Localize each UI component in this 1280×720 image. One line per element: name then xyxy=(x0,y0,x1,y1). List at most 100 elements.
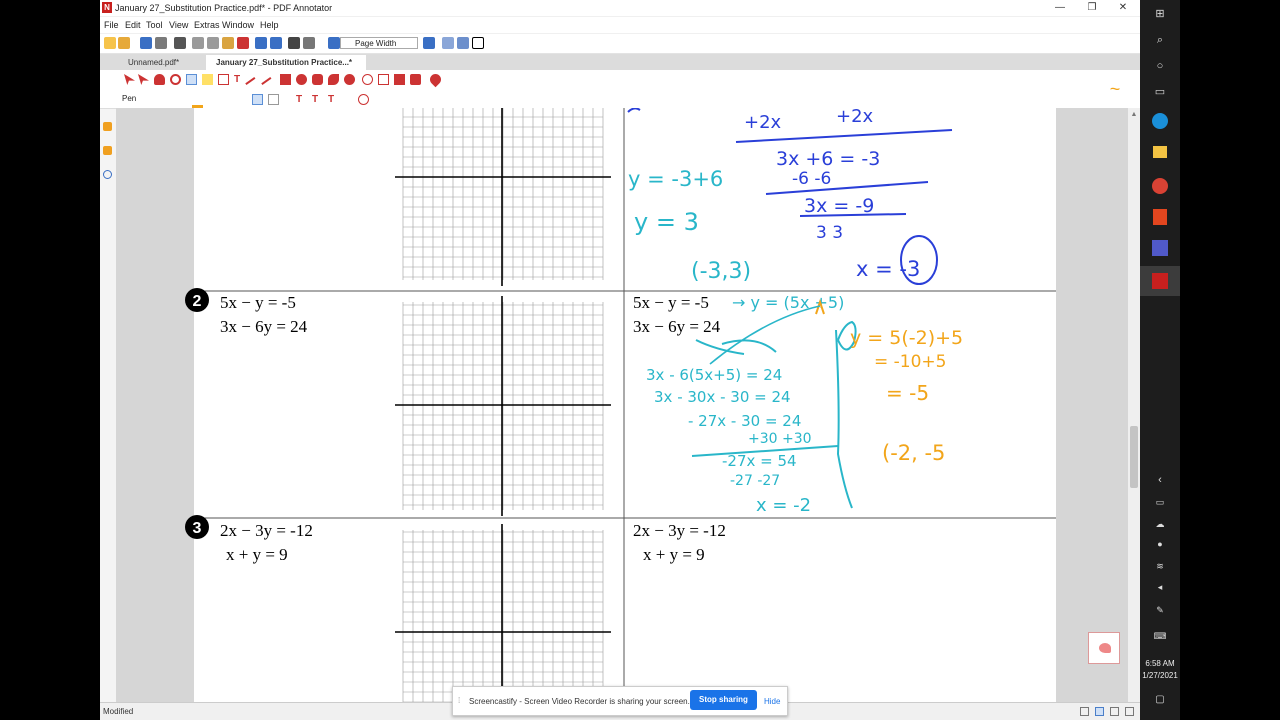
onedrive-icon[interactable]: ☁ xyxy=(1150,514,1170,534)
page-options-icon[interactable] xyxy=(303,37,315,49)
problem-2-number: 2 xyxy=(193,293,202,310)
stamp-tool-icon[interactable] xyxy=(312,74,323,85)
delete-icon[interactable] xyxy=(237,37,249,49)
line-tool-icon[interactable] xyxy=(245,77,262,94)
chevron-up-icon[interactable]: ‹ xyxy=(1150,470,1170,490)
menu-extras[interactable]: Extras xyxy=(194,20,220,30)
tab-unnamed[interactable]: Unnamed.pdf* xyxy=(118,55,206,70)
pdf-annotator-window: N January 27_Substitution Practice.pdf* … xyxy=(100,0,1140,720)
book-view-icon[interactable] xyxy=(1125,707,1134,716)
text-tool-icon[interactable]: T xyxy=(234,74,245,85)
vertical-scrollbar[interactable]: ▲ xyxy=(1128,108,1140,702)
clock-date: 1/27/2021 xyxy=(1142,671,1178,680)
favorites-heart-icon[interactable] xyxy=(427,71,444,88)
close-button[interactable]: ✕ xyxy=(1108,0,1138,16)
text-strike-icon[interactable]: T xyxy=(328,94,339,105)
redo-icon[interactable] xyxy=(270,37,282,49)
menu-tool[interactable]: Tool xyxy=(146,20,163,30)
highlighter-icon[interactable] xyxy=(202,74,213,85)
zoom-out-icon[interactable] xyxy=(328,37,340,49)
smoothing-icon[interactable] xyxy=(252,94,263,105)
tag-icon[interactable] xyxy=(328,74,339,85)
file-explorer-icon[interactable] xyxy=(1153,146,1167,158)
edge-browser-icon[interactable] xyxy=(1152,113,1168,129)
pen-color-icon[interactable] xyxy=(192,94,203,108)
chrome-icon[interactable] xyxy=(1152,178,1168,194)
wifi-icon[interactable]: ≋ xyxy=(1150,556,1170,576)
folder-side-icon[interactable] xyxy=(103,146,112,155)
zoom-in-icon[interactable] xyxy=(423,37,435,49)
cortana-icon[interactable]: ○ xyxy=(1150,56,1170,76)
select-arrow-icon[interactable] xyxy=(124,74,135,85)
stop-sharing-button[interactable]: Stop sharing xyxy=(690,690,757,710)
volume-icon[interactable]: ◂ xyxy=(1150,577,1170,597)
cut-icon[interactable] xyxy=(192,37,204,49)
ellipse-tool-icon[interactable] xyxy=(296,74,307,85)
bookmark-icon[interactable] xyxy=(103,122,112,131)
magnifier-icon[interactable] xyxy=(170,74,181,85)
search-icon[interactable]: ⌕ xyxy=(1150,30,1170,50)
arrow-tool-icon[interactable] xyxy=(261,77,278,94)
continuous-page-icon[interactable] xyxy=(457,37,469,49)
eraser-mode-icon[interactable] xyxy=(358,94,369,105)
menu-edit[interactable]: Edit xyxy=(125,20,141,30)
paste-icon[interactable] xyxy=(222,37,234,49)
save-as-icon[interactable] xyxy=(155,37,167,49)
windows-start-icon[interactable]: ⊞ xyxy=(1150,4,1170,24)
office-icon[interactable] xyxy=(1153,209,1167,225)
single-page-icon[interactable] xyxy=(442,37,454,49)
new-document-icon[interactable] xyxy=(104,37,116,49)
zoom-select[interactable]: Page Width xyxy=(340,37,418,49)
tab-substitution-practice[interactable]: January 27_Substitution Practice...* xyxy=(206,55,366,70)
image-insert-icon[interactable] xyxy=(410,74,421,85)
color-picker-icon[interactable] xyxy=(344,74,355,85)
hide-button[interactable]: Hide xyxy=(764,697,780,706)
two-page-view-icon[interactable] xyxy=(1110,707,1119,716)
menu-window[interactable]: Window xyxy=(222,20,254,30)
maximize-button[interactable]: ❐ xyxy=(1077,0,1107,16)
undo-icon[interactable] xyxy=(255,37,267,49)
menu-file[interactable]: File xyxy=(104,20,119,30)
open-folder-icon[interactable] xyxy=(118,37,130,49)
insert-page-icon[interactable] xyxy=(394,74,405,85)
microphone-icon[interactable]: ● xyxy=(1150,534,1170,554)
hand-pan-icon[interactable] xyxy=(154,74,165,85)
pen-style-preview-icon[interactable]: ~ xyxy=(1104,78,1126,100)
floating-pen-button[interactable] xyxy=(1088,632,1120,664)
drag-handle-icon[interactable]: ⁞ xyxy=(458,696,460,705)
menu-view[interactable]: View xyxy=(169,20,188,30)
pdf-page[interactable]: 2 3 5x − y = -5 3x − 6y = 24 5x − y = -5… xyxy=(116,108,1128,702)
scrollbar-thumb[interactable] xyxy=(1130,426,1138,488)
teams-icon[interactable] xyxy=(1152,240,1168,256)
save-icon[interactable] xyxy=(140,37,152,49)
tablet-icon[interactable]: ▭ xyxy=(1150,492,1170,512)
copy-icon[interactable] xyxy=(207,37,219,49)
pen-workspace-icon[interactable]: ✎ xyxy=(1150,600,1170,620)
camera-icon[interactable] xyxy=(362,74,373,85)
crop-icon[interactable] xyxy=(378,74,389,85)
svg-text:-27x = 54: -27x = 54 xyxy=(722,452,797,470)
task-view-icon[interactable]: ▭ xyxy=(1150,82,1170,102)
minimize-button[interactable]: — xyxy=(1045,0,1075,16)
rectangle-tool-icon[interactable] xyxy=(280,74,291,85)
fullscreen-icon[interactable] xyxy=(472,37,484,49)
notifications-icon[interactable]: ▢ xyxy=(1150,690,1170,710)
title-bar: N January 27_Substitution Practice.pdf* … xyxy=(100,0,1140,16)
scroll-up-icon[interactable]: ▲ xyxy=(1130,111,1138,118)
text-underline-icon[interactable]: T xyxy=(312,94,323,105)
single-page-view-icon[interactable] xyxy=(1080,707,1089,716)
menu-help[interactable]: Help xyxy=(260,20,279,30)
link-icon[interactable] xyxy=(103,170,112,179)
pen-tool-icon[interactable] xyxy=(186,74,197,85)
annotation-toolbar: T Pen T T T ~ xyxy=(100,70,1140,110)
keyboard-icon[interactable]: ⌨ xyxy=(1150,626,1170,646)
print-icon[interactable] xyxy=(174,37,186,49)
continuous-view-icon[interactable] xyxy=(1095,707,1104,716)
shape-recognition-icon[interactable] xyxy=(268,94,279,105)
text-size-icon[interactable]: T xyxy=(296,94,307,105)
select-marquee-icon[interactable] xyxy=(138,74,149,85)
system-clock[interactable]: 6:58 AM 1/27/2021 xyxy=(1140,658,1180,682)
eraser-icon[interactable] xyxy=(218,74,229,85)
hand-tool-icon[interactable] xyxy=(288,37,300,49)
pdf-annotator-taskbar-item[interactable] xyxy=(1140,266,1180,296)
